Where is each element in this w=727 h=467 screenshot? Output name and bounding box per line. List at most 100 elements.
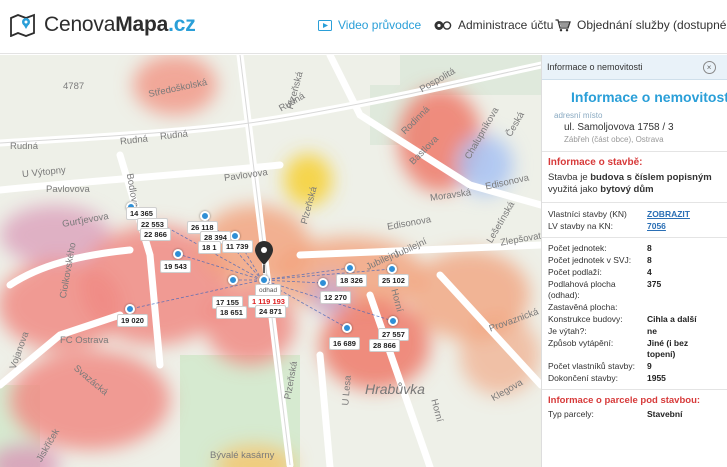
row-key: LV stavby na KN: (548, 221, 614, 231)
price-map[interactable]: 4787 Středoškolská Rudná Rudná Rudná Rud… (0, 55, 541, 467)
show-owners-link[interactable]: ZOBRAZIT (647, 209, 690, 220)
row-value: 375 (647, 279, 662, 289)
row-value: Jiné (i bez topení) (647, 338, 689, 359)
address-label: adresní místo (554, 111, 603, 120)
row-key: Typ parcely: (548, 409, 594, 419)
row-key: Dokončení stavby: (548, 373, 618, 383)
building-type: budova s číslem popisným (590, 172, 712, 183)
logo[interactable]: CenovaMapa.cz (10, 13, 196, 37)
nav-order-service[interactable]: Objednání služby (dostupné (555, 18, 726, 32)
row-key: Počet podlaží: (548, 267, 602, 277)
map-label: Bývalé kasárny (210, 450, 275, 461)
building-description: Stavba je budova s číslem popisným využi… (542, 168, 727, 196)
price-label[interactable]: 19 020 (117, 314, 148, 327)
nav-video-guide[interactable]: Video průvodce (318, 18, 421, 32)
price-label[interactable]: 18 1 (198, 241, 221, 254)
detail-row: Dokončení stavby: 1955 (548, 373, 727, 384)
property-marker[interactable] (200, 211, 210, 221)
account-toggle-icon (434, 20, 452, 30)
property-marker[interactable] (228, 275, 238, 285)
parcel-row: Typ parcely: Stavební (548, 409, 727, 420)
row-key: Vlastníci stavby (KN) (548, 209, 627, 219)
row-key: Počet jednotek v SVJ: (548, 255, 632, 265)
parcel-section-title: Informace o parcele pod stavbou: (548, 395, 701, 406)
row-key: Počet vlastníků stavby: (548, 361, 635, 371)
row-key: Počet jednotek: (548, 243, 607, 253)
shopping-cart-icon (555, 18, 571, 31)
detail-row: Podlahová plocha (odhad): 375 (548, 279, 727, 301)
row-value: Stavební (647, 409, 683, 419)
row-key: Je výtah?: (548, 326, 587, 336)
parcel-rows: Typ parcely: Stavební (542, 406, 727, 420)
row-key: Zastavěná plocha: (548, 302, 618, 312)
property-marker[interactable] (345, 263, 355, 273)
row-key: Konstrukce budovy: (548, 314, 623, 324)
row-value: 8 (647, 243, 652, 253)
property-marker[interactable] (318, 278, 328, 288)
row-value: Cihla a další (647, 314, 697, 324)
row-value: 4 (647, 267, 652, 277)
price-label[interactable]: 22 866 (140, 228, 171, 241)
price-label[interactable]: 16 689 (329, 337, 360, 350)
detail-row: Konstrukce budovy: Cihla a další (548, 314, 727, 325)
logo-text-bold: Mapa (115, 13, 169, 36)
nav-orders-label: Objednání služby (dostupné (577, 18, 727, 32)
address-subline: Zábřeh (část obce), Ostrava (564, 135, 664, 144)
panel-header-label: Informace o nemovitosti (547, 62, 643, 72)
nav-video-label: Video průvodce (338, 18, 422, 32)
row-value: 8 (647, 255, 652, 265)
lv-number-link[interactable]: 7056 (647, 221, 666, 232)
video-play-icon (318, 19, 332, 31)
detail-row: Počet podlaží: 4 (548, 267, 727, 278)
building-use: bytový dům (600, 184, 654, 195)
price-label[interactable]: 28 866 (369, 339, 400, 352)
row-value: ne (647, 326, 657, 336)
row-key: Způsob vytápění: (548, 338, 614, 348)
price-label[interactable]: 18 651 (216, 306, 247, 319)
row-value: 1955 (647, 373, 666, 383)
detail-row: Je výtah?: ne (548, 326, 727, 337)
property-info-panel: Informace o nemovitosti × Informace o ne… (541, 55, 727, 467)
detail-row: Způsob vytápění: Jiné (i bez topení) (548, 338, 727, 360)
logo-text-main: Cenova (44, 13, 116, 36)
lv-row: LV stavby na KN: 7056 (548, 221, 727, 232)
property-marker[interactable] (173, 249, 183, 259)
map-label: FC Ostrava (60, 335, 109, 346)
detail-row: Počet jednotek v SVJ: 8 (548, 255, 727, 266)
owner-rows: Vlastníci stavby (KN) ZOBRAZIT LV stavby… (542, 203, 727, 232)
logo-text-tld: .cz (168, 13, 196, 36)
map-canvas[interactable] (0, 55, 541, 467)
nav-account-admin[interactable]: Administrace účtu (434, 18, 553, 32)
panel-header: Informace o nemovitosti × (542, 55, 727, 80)
close-panel-icon[interactable]: × (702, 60, 716, 74)
property-marker[interactable] (388, 316, 398, 326)
price-label[interactable]: 12 270 (320, 291, 351, 304)
top-bar: CenovaMapa.cz Video průvodce Administrac… (0, 0, 727, 54)
property-marker[interactable] (342, 323, 352, 333)
detail-rows: Počet jednotek: 8 Počet jednotek v SVJ: 8 … (542, 238, 727, 384)
detail-row: Počet jednotek: 8 (548, 243, 727, 254)
building-text: Stavba je (548, 172, 591, 183)
map-pin-logo-icon (10, 13, 35, 37)
row-key: Podlahová plocha (odhad): (548, 279, 616, 300)
price-label[interactable]: 25 102 (378, 274, 409, 287)
building-text: využitá jako (548, 184, 601, 195)
detail-row: Zastavěná plocha: (548, 302, 727, 313)
building-section-title: Informace o stavbě: (548, 157, 643, 168)
row-value: 9 (647, 361, 652, 371)
map-label: Pavlovova (46, 184, 90, 195)
nav-admin-label: Administrace účtu (458, 18, 554, 32)
detail-row: Počet vlastníků stavby: 9 (548, 361, 727, 372)
map-district-label: Hrabůvka (365, 381, 425, 397)
property-marker[interactable] (125, 304, 135, 314)
map-label: 4787 (63, 81, 85, 92)
price-label[interactable]: 18 326 (336, 274, 367, 287)
panel-title: Informace o nemovitosti (571, 89, 727, 105)
address-box: adresní místo ul. Samoljovova 1758 / 3 Z… (554, 111, 727, 144)
price-label[interactable]: 19 543 (160, 260, 191, 273)
address-line: ul. Samoljovova 1758 / 3 (564, 122, 674, 133)
price-label[interactable]: 24 871 (255, 305, 286, 318)
price-label[interactable]: 11 739 (222, 240, 253, 253)
property-marker[interactable] (387, 264, 397, 274)
map-label: Rudná (10, 141, 38, 152)
